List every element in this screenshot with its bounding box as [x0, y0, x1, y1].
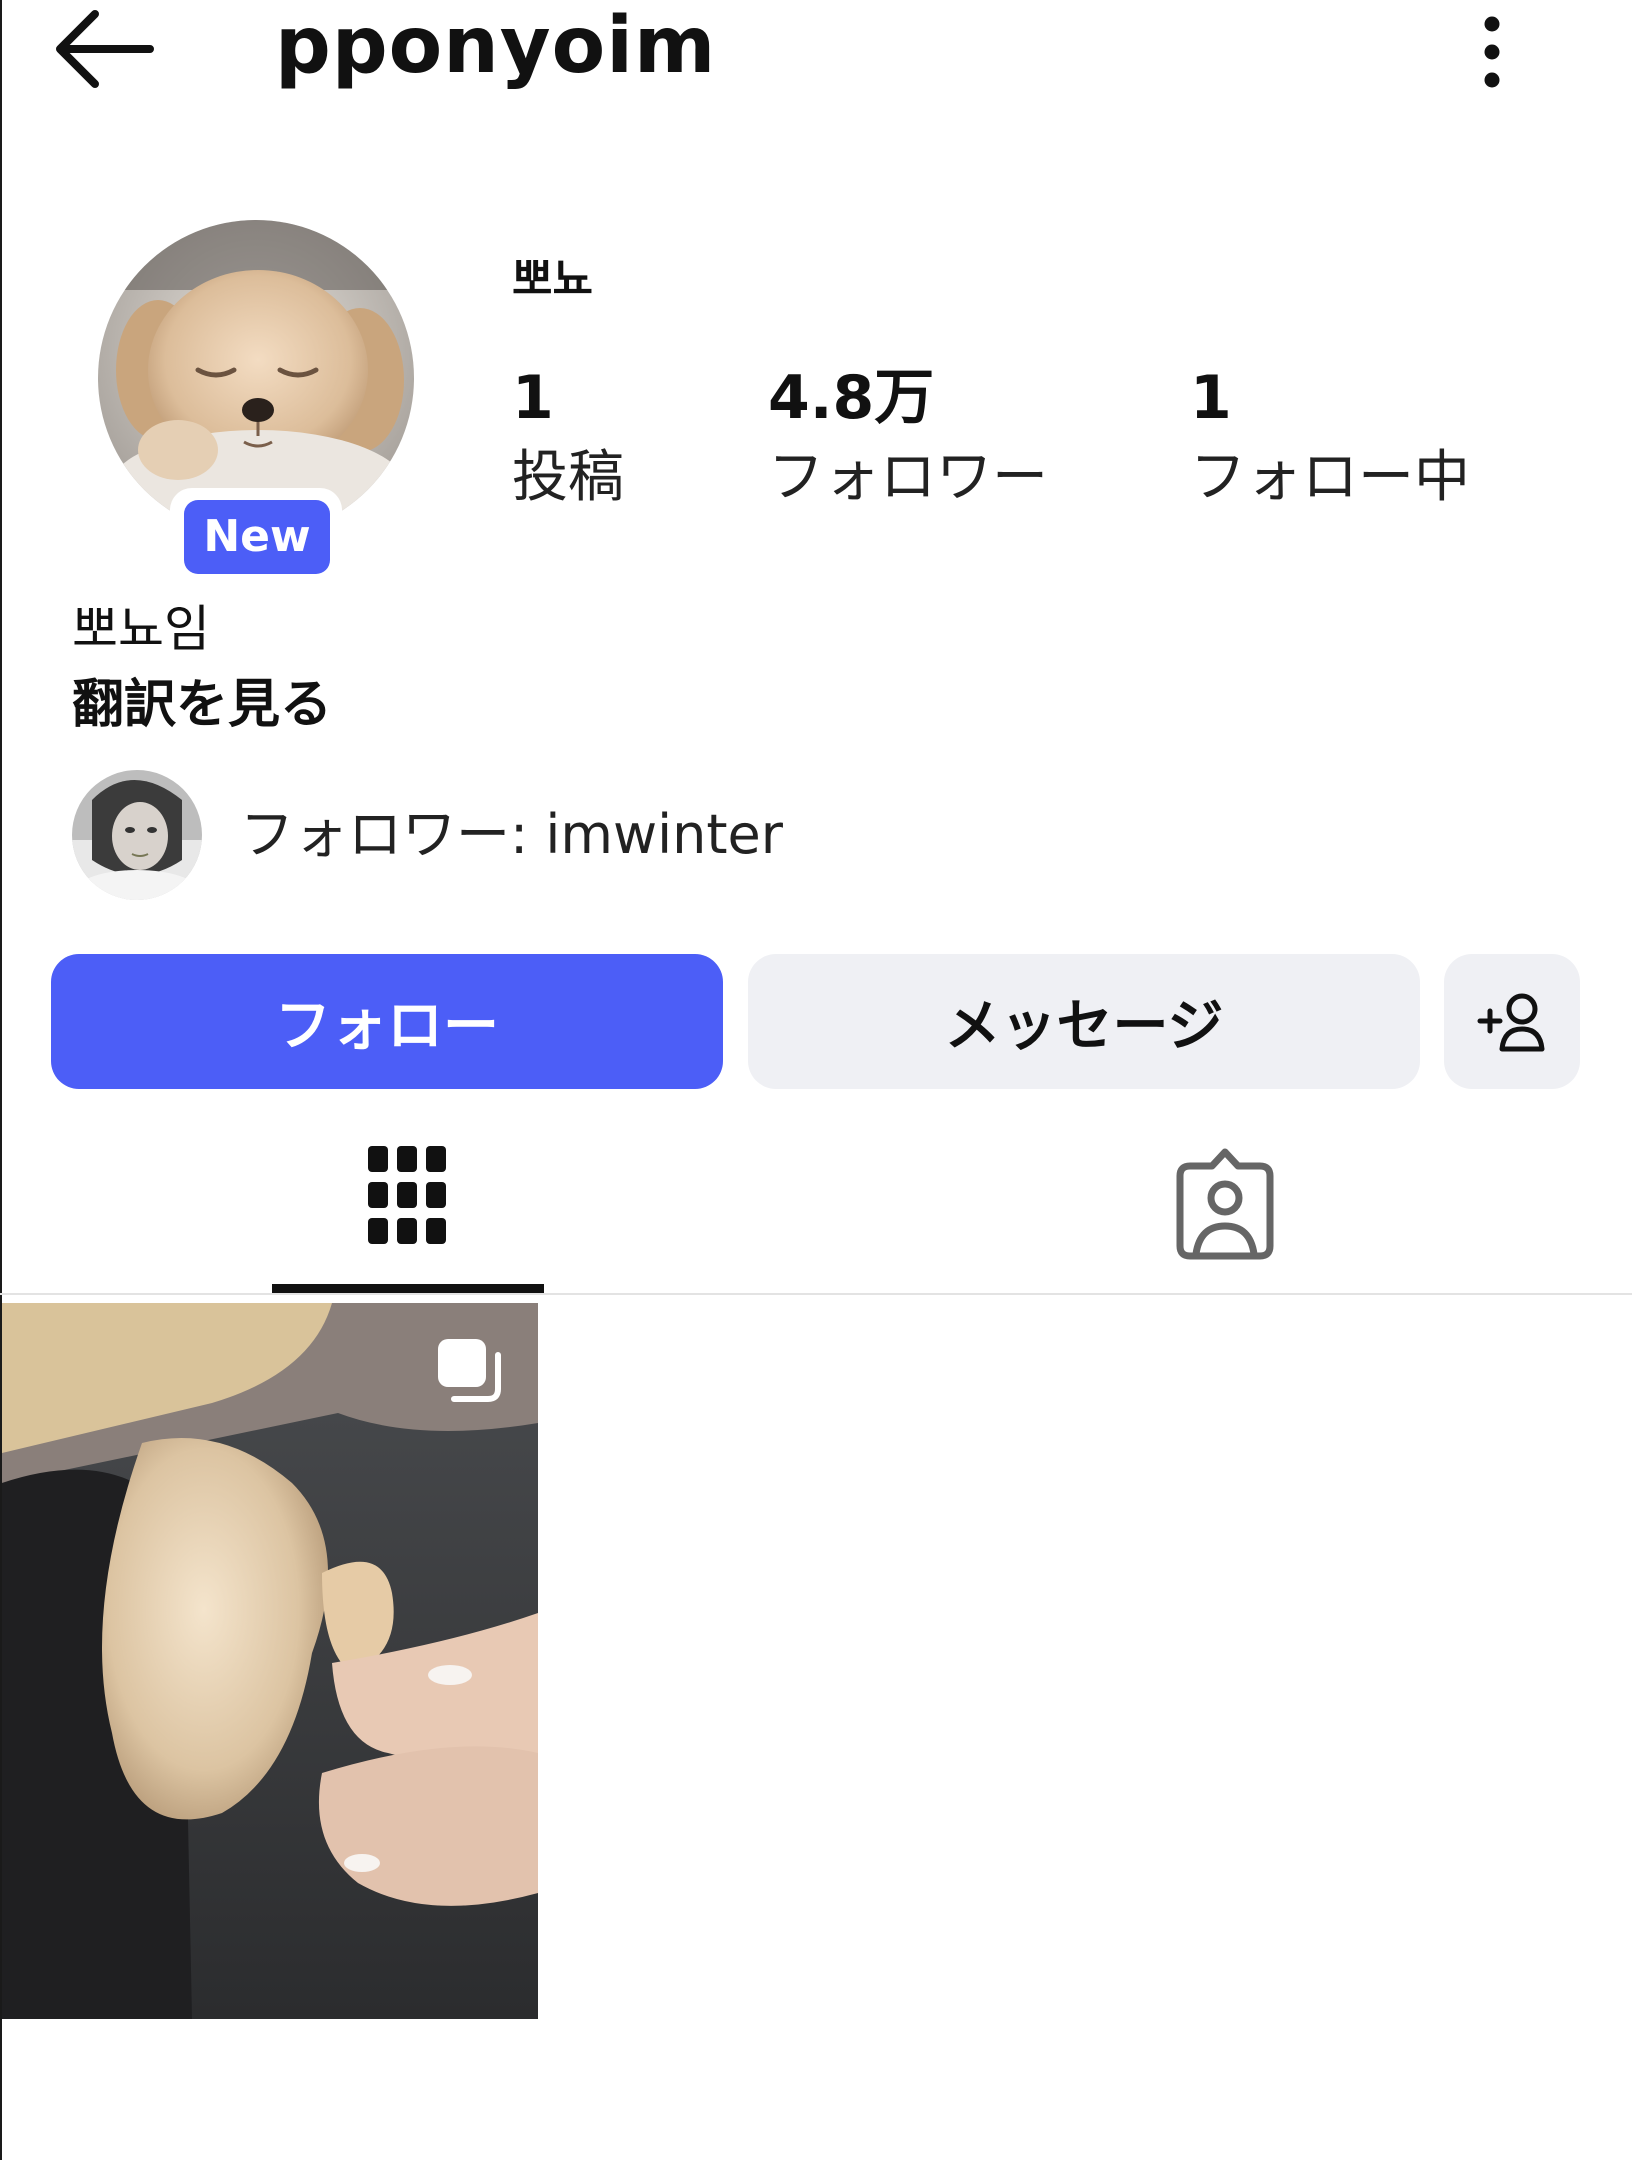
tab-tagged[interactable] [1130, 1126, 1320, 1296]
stat-followers[interactable]: 4.8万 フォロワー [768, 360, 1048, 516]
tagged-person-icon [1176, 1148, 1274, 1260]
translate-link[interactable]: 翻訳を見る [72, 670, 332, 740]
top-bar: pponyoim [0, 0, 1632, 110]
follow-button[interactable]: フォロー [51, 954, 723, 1089]
add-person-icon [1477, 993, 1545, 1051]
new-badge: New [184, 500, 330, 574]
followers-label: フォロワー [768, 445, 1048, 510]
post-thumbnail[interactable] [2, 1303, 538, 2019]
tabs-divider [0, 1293, 1632, 1295]
vertical-dots-icon [1484, 16, 1500, 88]
posts-label: 投稿 [512, 445, 624, 510]
posts-count: 1 [512, 363, 554, 433]
mutual-follower-avatar[interactable] [72, 770, 202, 900]
bio-text: 뽀뇨임 [72, 600, 210, 658]
tab-posts-grid[interactable] [272, 1126, 544, 1296]
page-title: pponyoim [275, 1, 717, 91]
back-button[interactable] [50, 4, 160, 94]
display-name: 뽀뇨 [512, 254, 593, 305]
add-user-button[interactable] [1444, 954, 1580, 1089]
message-button[interactable]: メッセージ [748, 954, 1420, 1089]
following-label: フォロー中 [1190, 445, 1470, 510]
stat-posts[interactable]: 1 投稿 [512, 360, 624, 516]
mutual-avatar-image [72, 770, 202, 900]
multiple-photos-icon [438, 1339, 501, 1402]
grid-icon [368, 1146, 446, 1244]
followers-count: 4.8万 [768, 363, 935, 433]
mutual-followers-text[interactable]: フォロワー: imwinter [240, 800, 783, 870]
following-count: 1 [1190, 363, 1232, 433]
more-options-button[interactable] [1470, 6, 1514, 96]
arrow-left-icon [56, 10, 154, 88]
stat-following[interactable]: 1 フォロー中 [1190, 360, 1470, 516]
